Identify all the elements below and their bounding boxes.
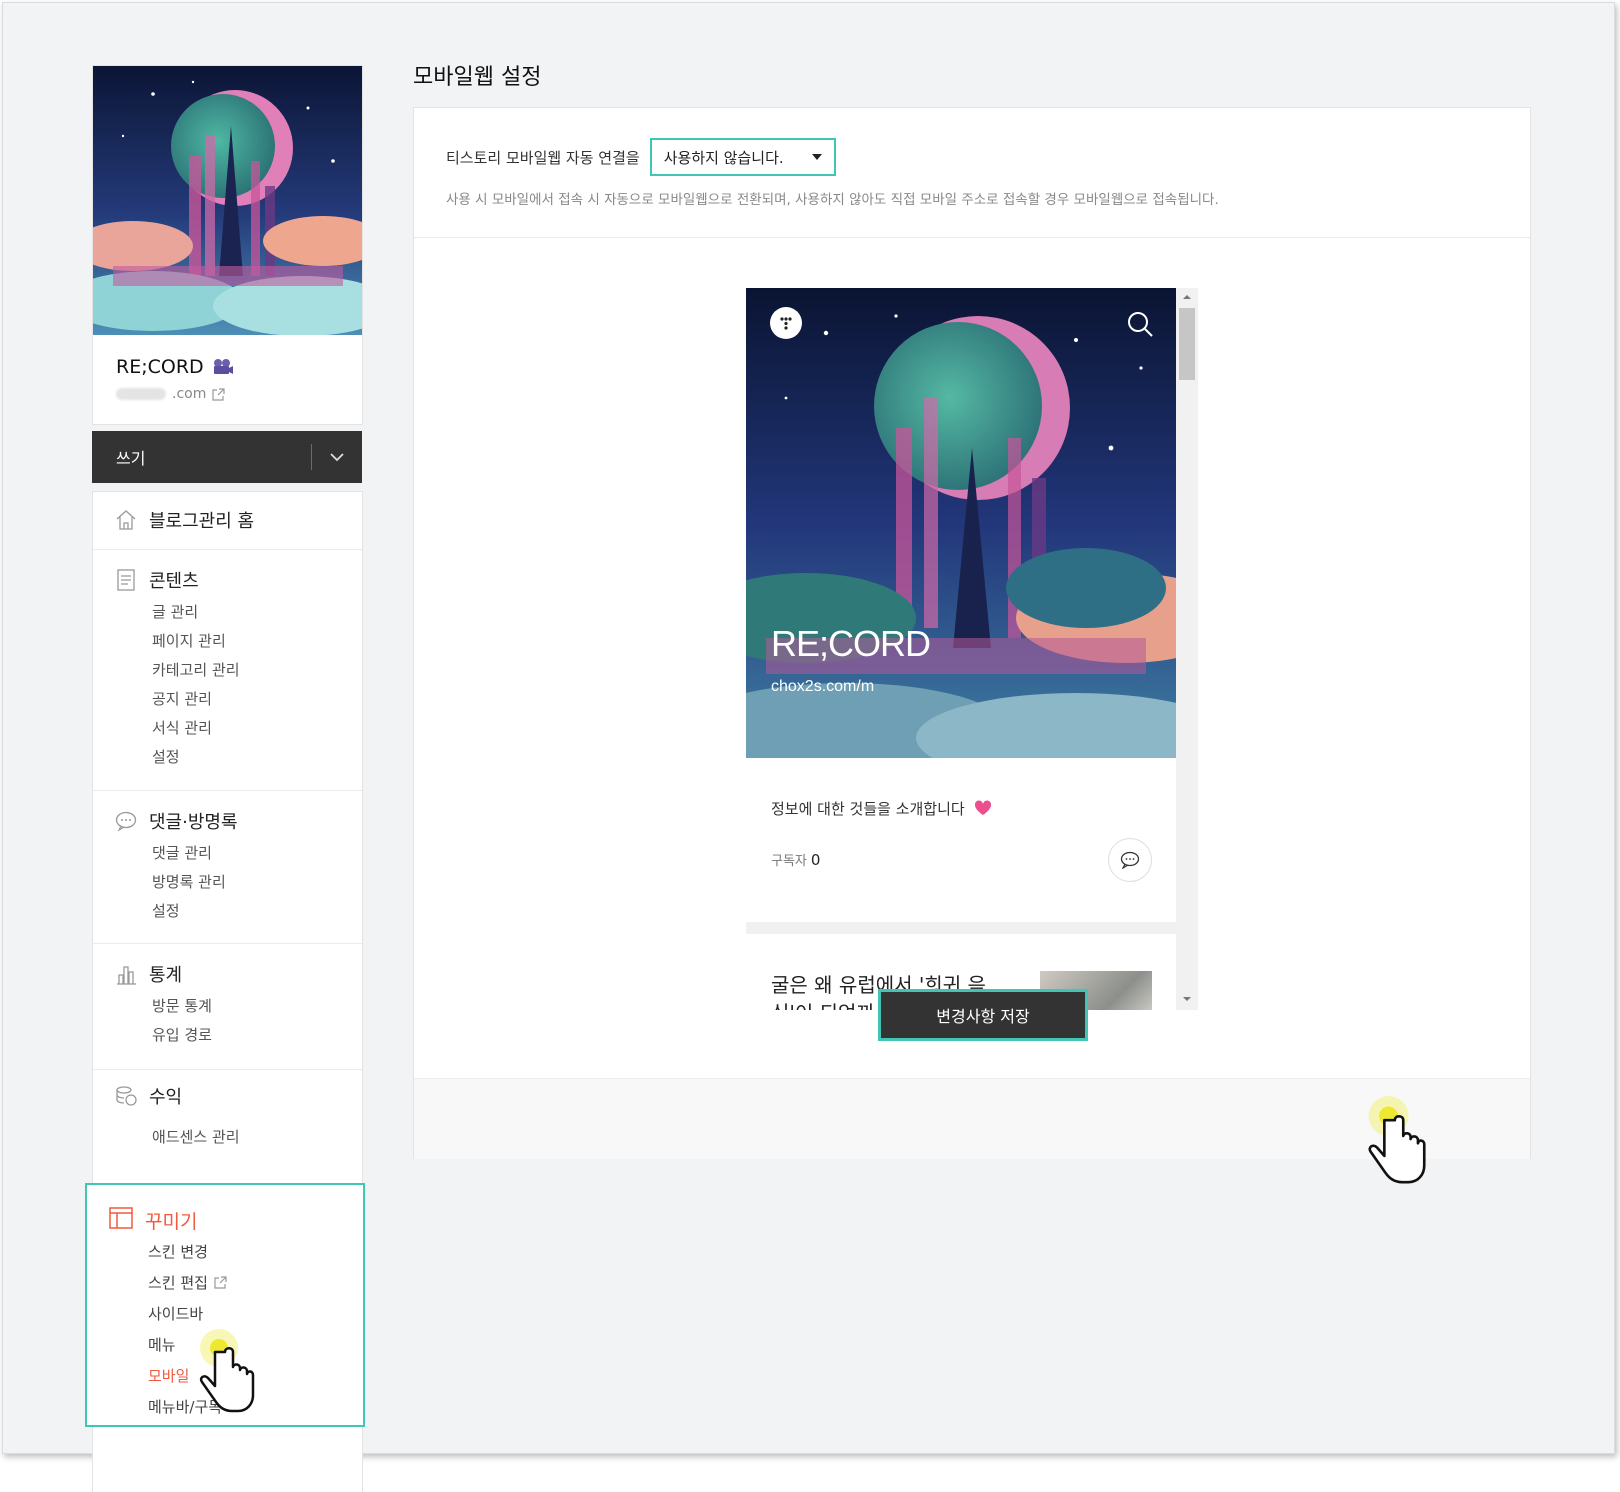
sidebar-section-title: 통계 xyxy=(149,965,183,986)
preview-guestbook-button[interactable] xyxy=(1108,838,1152,882)
sidebar-item-comments[interactable]: 댓글·방명록 xyxy=(115,808,238,834)
tistory-logo-icon xyxy=(780,317,792,330)
sidebar-item-label: 스킨 편집 xyxy=(148,1274,208,1292)
write-button-bar: 쓰기 xyxy=(92,431,362,483)
sidebar-item-home[interactable]: 블로그관리 홈 xyxy=(115,507,254,533)
search-icon[interactable] xyxy=(1126,310,1154,338)
blog-url-suffix: .com xyxy=(172,386,207,402)
window-frame: RE;CORD .com 쓰기 블로그관리 홈 콘텐츠 글 관리 페이지 관리 … xyxy=(2,2,1615,1492)
auto-connect-select[interactable]: 사용하지 않습니다. xyxy=(649,138,836,176)
preview-scroll-thumb[interactable] xyxy=(1179,308,1195,380)
write-dropdown-button[interactable] xyxy=(312,452,362,462)
camera-emoji-icon xyxy=(213,359,233,374)
sidebar-item-referrers[interactable]: 유입 경로 xyxy=(152,1024,212,1045)
blog-name-text: RE;CORD xyxy=(116,356,204,378)
speech-bubble-icon xyxy=(1120,851,1140,869)
sidebar-item-skin-change[interactable]: 스킨 변경 xyxy=(148,1241,208,1262)
preview-menu-button[interactable] xyxy=(770,307,802,339)
heart-emoji-icon xyxy=(974,800,991,815)
mobile-preview[interactable]: RE;CORD chox2s.com/m 정보에 대한 것들을 소개합니다 구독… xyxy=(746,288,1198,1010)
subscribers-label: 구독자 xyxy=(771,854,807,869)
sidebar-item-skin-edit[interactable]: 스킨 편집 xyxy=(148,1272,227,1293)
sidebar-item-sidebar[interactable]: 사이드바 xyxy=(148,1303,203,1324)
page-title: 모바일웹 설정 xyxy=(413,65,542,90)
auto-connect-label: 티스토리 모바일웹 자동 연결을 xyxy=(446,148,640,167)
save-changes-button[interactable]: 변경사항 저장 xyxy=(878,989,1088,1041)
bar-chart-icon xyxy=(115,963,137,985)
sidebar-item-comment-manage[interactable]: 댓글 관리 xyxy=(152,842,212,863)
layout-icon xyxy=(109,1207,133,1234)
dropdown-arrow-icon xyxy=(811,154,822,160)
sidebar-item-decorate[interactable]: 꾸미기 xyxy=(109,1207,197,1234)
home-icon xyxy=(115,509,137,531)
sidebar-item-guestbook[interactable]: 방명록 관리 xyxy=(152,871,226,892)
menu-section-revenue: 수익 애드센스 관리 xyxy=(93,1069,362,1189)
sidebar-item-menu[interactable]: 메뉴 xyxy=(148,1334,176,1355)
write-button[interactable]: 쓰기 xyxy=(92,445,311,469)
scroll-up-arrow-icon xyxy=(1183,295,1191,299)
menu-section-home: 블로그관리 홈 xyxy=(93,492,362,550)
sidebar-section-title: 꾸미기 xyxy=(145,1211,198,1233)
preview-description: 정보에 대한 것들을 소개합니다 xyxy=(771,798,992,819)
sidebar-item-contents-settings[interactable]: 설정 xyxy=(152,746,180,767)
preview-divider xyxy=(746,922,1176,934)
scroll-down-arrow-icon xyxy=(1183,997,1191,1001)
sidebar-item-revenue[interactable]: 수익 xyxy=(115,1083,182,1109)
coins-icon xyxy=(115,1085,137,1107)
profile-card: RE;CORD .com xyxy=(92,65,363,425)
blog-url[interactable]: .com xyxy=(116,386,225,402)
preview-blog-name: RE;CORD xyxy=(771,623,931,664)
blog-name[interactable]: RE;CORD xyxy=(116,356,234,378)
blurred-url xyxy=(116,388,166,400)
auto-connect-select-value: 사용하지 않습니다. xyxy=(663,148,784,167)
document-icon xyxy=(115,569,137,591)
preview-blog-url: chox2s.com/m xyxy=(771,678,875,695)
external-link-icon xyxy=(214,1276,227,1289)
preview-subscribers: 구독자 0 xyxy=(771,850,820,869)
sidebar-item-categories[interactable]: 카테고리 관리 xyxy=(152,659,240,680)
sidebar-item-adsense[interactable]: 애드센스 관리 xyxy=(152,1126,240,1147)
sidebar-item-visit-stats[interactable]: 방문 통계 xyxy=(152,995,212,1016)
menu-section-contents: 콘텐츠 글 관리 페이지 관리 카테고리 관리 공지 관리 서식 관리 설정 xyxy=(93,549,362,791)
divider xyxy=(414,237,1530,238)
sidebar-section-title: 댓글·방명록 xyxy=(149,812,238,833)
click-cursor-icon xyxy=(1368,1096,1426,1184)
sidebar-item-notices[interactable]: 공지 관리 xyxy=(152,688,212,709)
sidebar-item-mobile[interactable]: 모바일 xyxy=(148,1365,189,1386)
sidebar-item-templates[interactable]: 서식 관리 xyxy=(152,717,212,738)
external-link-icon xyxy=(212,387,225,401)
sidebar-item-stats[interactable]: 통계 xyxy=(115,961,182,987)
menu-section-stats: 통계 방문 통계 유입 경로 xyxy=(93,943,362,1070)
auto-connect-setting: 티스토리 모바일웹 자동 연결을 사용하지 않습니다. xyxy=(446,138,836,176)
menu-section-comments: 댓글·방명록 댓글 관리 방명록 관리 설정 xyxy=(93,790,362,944)
speech-bubble-icon xyxy=(115,810,137,832)
preview-description-text: 정보에 대한 것들을 소개합니다 xyxy=(771,800,965,818)
sidebar-section-title: 수익 xyxy=(149,1087,183,1108)
sidebar-item-pages[interactable]: 페이지 관리 xyxy=(152,630,226,651)
auto-connect-help: 사용 시 모바일에서 접속 시 자동으로 모바일웹으로 전환되며, 사용하지 않… xyxy=(446,192,1219,208)
sidebar-item-contents[interactable]: 콘텐츠 xyxy=(115,567,199,593)
sidebar-section-title: 콘텐츠 xyxy=(149,571,199,592)
sidebar-item-comments-settings[interactable]: 설정 xyxy=(152,900,180,921)
chevron-down-icon xyxy=(330,452,344,461)
sidebar-item-label: 블로그관리 홈 xyxy=(149,511,255,532)
preview-scrollbar[interactable] xyxy=(1176,288,1198,1010)
click-cursor-icon xyxy=(199,1329,255,1413)
blog-cover-image[interactable] xyxy=(93,66,362,335)
subscribers-count: 0 xyxy=(810,851,821,869)
sidebar-item-posts[interactable]: 글 관리 xyxy=(152,601,198,622)
